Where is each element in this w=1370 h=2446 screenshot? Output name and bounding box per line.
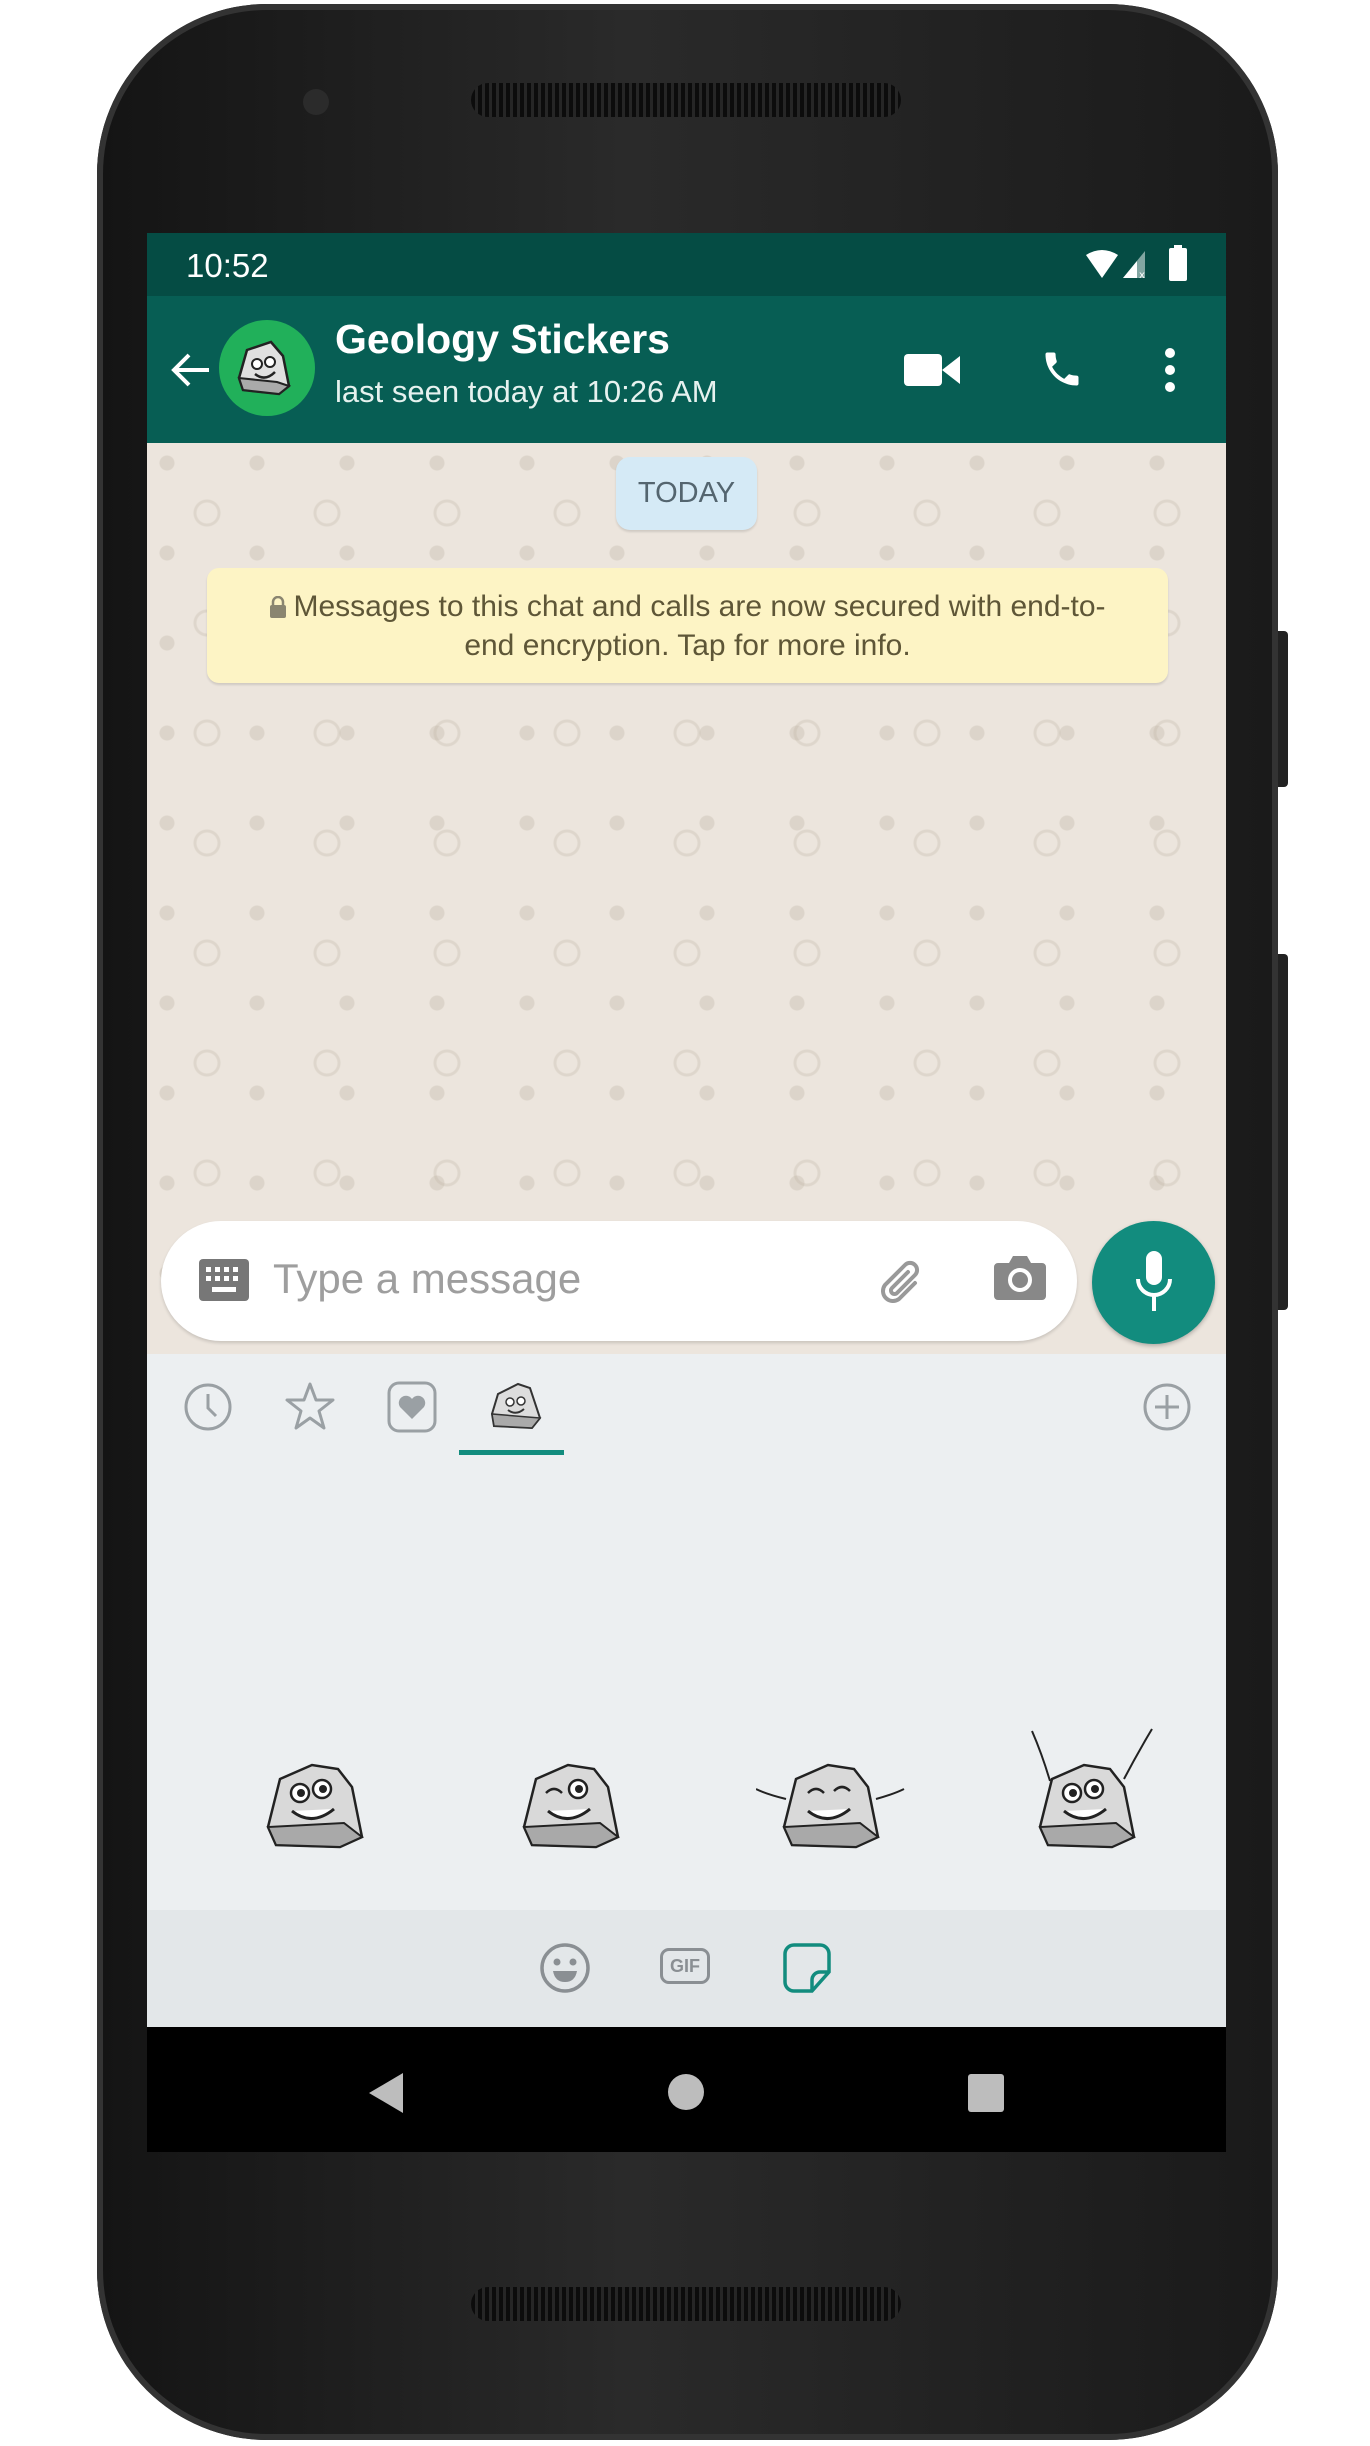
- svg-text:x: x: [1139, 270, 1145, 279]
- sticker-panel: [147, 1354, 1226, 2119]
- encryption-text: Messages to this chat and calls are now …: [293, 589, 1106, 662]
- gif-icon[interactable]: GIF: [660, 1948, 710, 1984]
- date-chip: TODAY: [616, 457, 757, 530]
- back-arrow-icon[interactable]: [171, 352, 211, 388]
- recent-icon[interactable]: [183, 1382, 233, 1432]
- add-icon[interactable]: [1142, 1382, 1192, 1432]
- power-button[interactable]: [1278, 631, 1288, 787]
- avatar[interactable]: [219, 320, 315, 416]
- chat-area: TODAY Messages to this chat and calls ar…: [147, 443, 1226, 1354]
- keyboard-tab-bar: GIF: [147, 1910, 1226, 2027]
- sticker-rock-wink[interactable]: [496, 1719, 646, 1859]
- phone-icon[interactable]: [1040, 346, 1084, 392]
- more-vert-icon[interactable]: [1163, 346, 1177, 394]
- emoji-icon[interactable]: [539, 1942, 591, 1994]
- camera-icon[interactable]: [994, 1254, 1046, 1300]
- sticker-icon[interactable]: [782, 1942, 832, 1994]
- front-camera: [303, 89, 329, 115]
- system-nav-bar: [147, 2027, 1226, 2152]
- sticker-rock-happy-arms[interactable]: [756, 1719, 906, 1859]
- active-tab-indicator: [459, 1450, 564, 1455]
- keyboard-icon[interactable]: [199, 1259, 249, 1301]
- bottom-speaker: [471, 2287, 901, 2321]
- mic-icon: [1136, 1251, 1172, 1311]
- battery-icon: [1169, 245, 1187, 281]
- nav-recents-icon[interactable]: [967, 2073, 1005, 2113]
- chat-header: Geology Stickers last seen today at 10:2…: [147, 296, 1226, 443]
- voice-message-button[interactable]: [1092, 1221, 1215, 1344]
- lock-icon: [270, 595, 287, 618]
- contact-name[interactable]: Geology Stickers: [335, 316, 670, 363]
- status-time: 10:52: [186, 247, 269, 284]
- video-call-icon[interactable]: [904, 352, 960, 388]
- status-bar: 10:52 x: [147, 233, 1226, 296]
- attach-icon[interactable]: [875, 1253, 931, 1309]
- sticker-rock-arms-up[interactable]: [1012, 1719, 1162, 1859]
- nav-back-icon[interactable]: [367, 2071, 405, 2115]
- screen: 10:52 x Geology Stickers last seen today…: [147, 233, 1226, 2152]
- star-icon[interactable]: [284, 1381, 336, 1431]
- earpiece-speaker: [471, 83, 901, 117]
- sticker-rock-smile[interactable]: [240, 1719, 390, 1859]
- encryption-notice[interactable]: Messages to this chat and calls are now …: [207, 568, 1168, 683]
- wifi-icon: [1086, 250, 1118, 278]
- signal-no-data-icon: x: [1123, 251, 1145, 279]
- volume-button[interactable]: [1278, 954, 1288, 1310]
- nav-home-icon[interactable]: [667, 2073, 705, 2111]
- gif-label: GIF: [670, 1955, 700, 1976]
- geology-pack-icon[interactable]: [486, 1376, 550, 1436]
- message-input[interactable]: Type a message: [273, 1255, 581, 1303]
- last-seen-status: last seen today at 10:26 AM: [335, 374, 718, 409]
- message-composer[interactable]: Type a message: [161, 1221, 1077, 1341]
- heart-icon[interactable]: [387, 1381, 437, 1433]
